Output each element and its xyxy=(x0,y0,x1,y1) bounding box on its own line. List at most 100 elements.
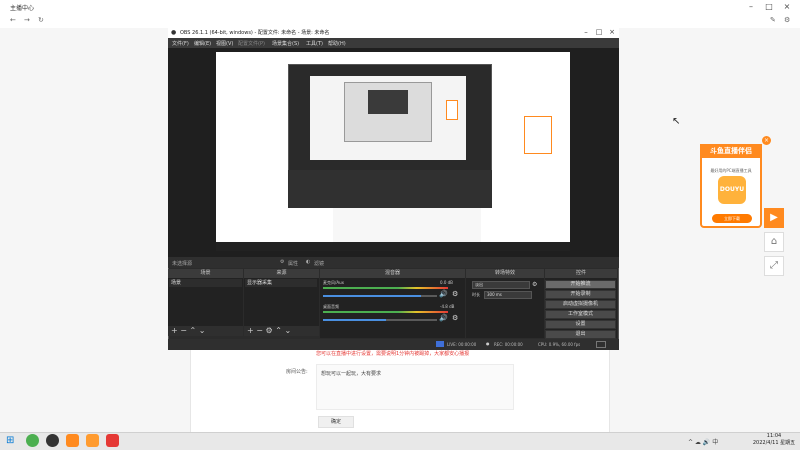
live-indicator-icon xyxy=(436,341,444,347)
obs-source-toolbar: 未选择源 ⚙ 属性 ◐ 滤镜 xyxy=(168,257,619,268)
mixer-channel-db: 0.0 dB xyxy=(440,280,453,285)
virtual-camera-button[interactable]: 启动虚拟摄像机 xyxy=(545,300,616,309)
taskbar-clock[interactable]: 11:04 2022/4/11 星期五 xyxy=(752,433,796,447)
ad-subtitle: 最好用的PC端直播工具 xyxy=(710,168,752,173)
obs-titlebar: ● OBS 26.1.1 (64-bit, windows) - 配置文件: 未… xyxy=(168,27,619,38)
mixer-channel-name: 桌面音频 xyxy=(323,304,339,309)
obs-logo-icon: ● xyxy=(171,29,177,36)
live-timer: LIVE: 00:00:00 xyxy=(447,342,477,347)
pin-icon[interactable]: ✎ xyxy=(770,16,776,24)
preview-nested-form xyxy=(333,208,481,242)
browser-title: 主播中心 xyxy=(10,5,35,12)
windows-start-icon[interactable]: ⊞ xyxy=(6,435,14,446)
filter-icon[interactable]: ◐ xyxy=(306,259,310,265)
audio-level-meter xyxy=(323,311,448,313)
refresh-icon[interactable]: ↻ xyxy=(38,16,44,24)
remove-icon[interactable]: − xyxy=(256,326,263,335)
rec-indicator-icon: ● xyxy=(486,341,490,346)
obs-minimize-icon[interactable]: – xyxy=(580,27,592,38)
menu-scene-collection[interactable]: 场景集合(S) xyxy=(272,40,299,47)
cpu-fps: CPU: 0.9%, 60.00 fps xyxy=(538,342,581,347)
gear-icon[interactable]: ⚙ xyxy=(452,314,458,322)
menu-file[interactable]: 文件(F) xyxy=(172,40,189,47)
down-icon[interactable]: ⌄ xyxy=(199,326,206,335)
source-item[interactable]: 显示器采集 xyxy=(245,279,317,287)
scene-item[interactable]: 场景 xyxy=(169,279,242,287)
preview-nested-panels xyxy=(288,170,492,208)
menu-edit[interactable]: 编辑(E) xyxy=(194,40,211,47)
exit-button[interactable]: 退出 xyxy=(545,330,616,339)
back-icon[interactable]: ← xyxy=(10,16,16,24)
home-icon[interactable]: ⌂ xyxy=(764,232,784,252)
properties-button[interactable]: 属性 xyxy=(288,260,298,267)
speaker-icon[interactable]: 🔊 xyxy=(439,290,448,298)
volume-fill xyxy=(323,295,422,297)
app-icon[interactable] xyxy=(106,434,119,447)
scenes-toolbar: + − ⌃ ⌄ xyxy=(168,326,243,336)
gear-icon[interactable]: ⚙ xyxy=(532,281,537,288)
close-icon[interactable]: × xyxy=(780,1,794,13)
volume-fill xyxy=(323,319,386,321)
expand-icon[interactable]: ⤢ xyxy=(764,256,784,276)
notice-label: 房间公告: xyxy=(286,369,308,375)
notice-text: 想玩可以一起玩，大有要求 xyxy=(321,371,382,377)
add-icon[interactable]: + xyxy=(247,326,254,335)
date: 2022/4/11 星期五 xyxy=(752,440,796,446)
browser-icon[interactable] xyxy=(26,434,39,447)
system-tray[interactable]: ^ ☁ 🔊 中 xyxy=(688,437,718,446)
filters-button[interactable]: 滤镜 xyxy=(314,260,324,267)
down-icon[interactable]: ⌄ xyxy=(284,326,291,335)
obs-maximize-icon[interactable]: □ xyxy=(593,27,605,38)
gear-icon[interactable]: ⚙ xyxy=(280,259,284,265)
obs-icon[interactable] xyxy=(46,434,59,447)
studio-mode-button[interactable]: 工作室模式 xyxy=(545,310,616,319)
taskbar xyxy=(0,432,800,450)
volume-slider[interactable] xyxy=(323,295,437,297)
volume-slider[interactable] xyxy=(323,319,437,321)
transitions-dock-header: 转场特效 xyxy=(466,269,544,278)
menu-help[interactable]: 帮助(H) xyxy=(328,40,346,47)
obs-statusbar: LIVE: 00:00:00 ● REC: 00:00:00 CPU: 0.9%… xyxy=(168,339,619,350)
forward-icon[interactable]: → xyxy=(24,16,30,24)
obs-title: OBS 26.1.1 (64-bit, windows) - 配置文件: 未命名… xyxy=(180,30,330,36)
browser-toolbar: ← → ↻ ✎ ⚙ xyxy=(0,14,800,28)
gear-icon[interactable]: ⚙ xyxy=(266,326,273,335)
gear-icon[interactable]: ⚙ xyxy=(452,290,458,298)
resize-grip-icon xyxy=(596,341,606,348)
start-recording-button[interactable]: 开始录制 xyxy=(545,290,616,299)
mixer-dock-header: 混音器 xyxy=(320,269,465,278)
menu-profile[interactable]: 配置文件(P) xyxy=(238,40,265,47)
time: 11:04 xyxy=(766,433,782,439)
obs-close-icon[interactable]: × xyxy=(606,27,618,38)
sources-toolbar: + − ⚙ ⌃ ⌄ xyxy=(244,326,319,336)
add-icon[interactable]: + xyxy=(171,326,178,335)
speaker-icon[interactable]: 🔊 xyxy=(439,314,448,322)
no-source-label: 未选择源 xyxy=(172,261,193,267)
confirm-button[interactable]: 确定 xyxy=(318,416,354,428)
preview-nested-ad xyxy=(524,116,552,154)
menu-view[interactable]: 视图(V) xyxy=(216,40,233,47)
ad-download-button[interactable]: 立即下载 xyxy=(712,214,752,223)
mixer-channel-name: 麦克风/Aux xyxy=(323,280,344,285)
douyu-companion-icon[interactable] xyxy=(86,434,99,447)
douyu-icon[interactable] xyxy=(66,434,79,447)
up-icon[interactable]: ⌃ xyxy=(190,326,197,335)
up-icon[interactable]: ⌃ xyxy=(275,326,282,335)
ad-close-icon[interactable]: × xyxy=(762,136,771,145)
maximize-icon[interactable]: □ xyxy=(762,1,776,13)
minimize-icon[interactable]: – xyxy=(744,1,758,13)
duration-input[interactable]: 300 ms xyxy=(484,291,532,299)
duration-label: 时长 xyxy=(472,292,480,297)
rec-timer: REC: 00:00:00 xyxy=(494,342,523,347)
menu-tools[interactable]: 工具(T) xyxy=(306,40,323,47)
play-icon[interactable]: ▶ xyxy=(764,208,784,228)
start-streaming-button[interactable]: 开始推流 xyxy=(545,280,616,289)
remove-icon[interactable]: − xyxy=(180,326,187,335)
transition-select[interactable]: 淡出 xyxy=(472,281,530,289)
settings-button[interactable]: 设置 xyxy=(545,320,616,329)
settings-icon[interactable]: ⚙ xyxy=(784,16,790,24)
mixer-channel-db: -4.8 dB xyxy=(440,304,455,309)
browser-titlebar: 主播中心 – □ × xyxy=(0,0,800,14)
sources-dock-header: 来源 xyxy=(244,269,319,278)
preview-nested-taskbar xyxy=(216,242,570,251)
